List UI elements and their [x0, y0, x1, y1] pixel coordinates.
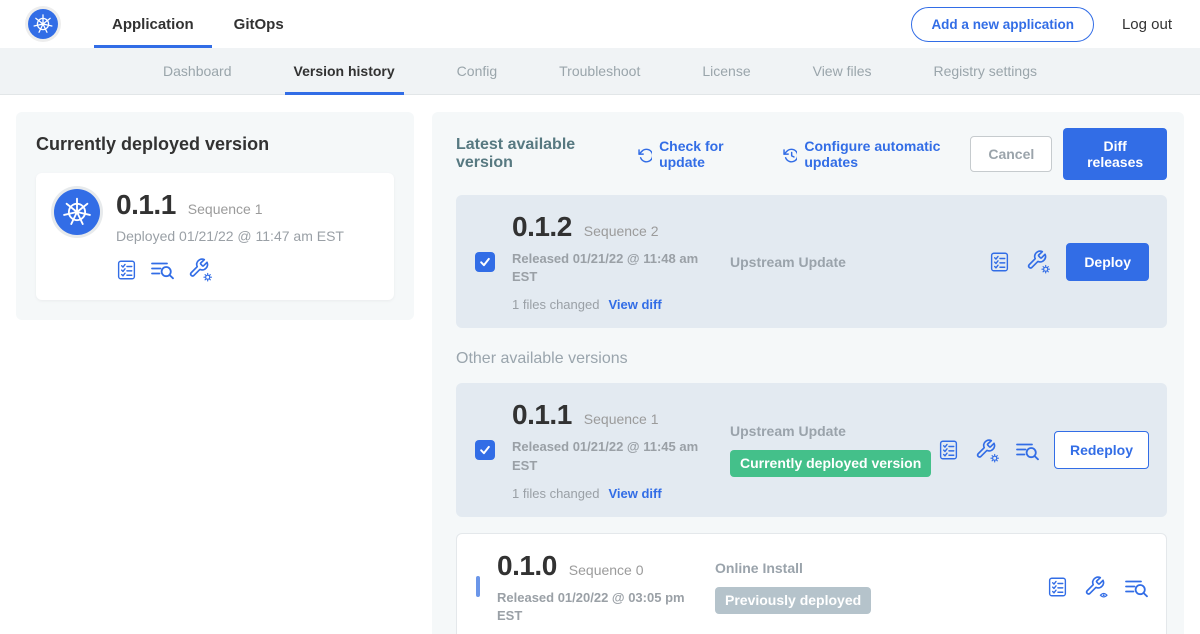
subnav-config[interactable]: Config	[426, 48, 528, 94]
tab-application[interactable]: Application	[92, 0, 214, 48]
version-checkbox[interactable]	[475, 252, 495, 272]
version-checkbox[interactable]	[476, 576, 480, 597]
main-content: Currently deployed version 0.1.1 Sequenc…	[0, 95, 1200, 634]
wrench-gear-icon[interactable]	[1025, 249, 1051, 274]
configure-automatic-updates-link[interactable]: Configure automatic updates	[783, 138, 971, 170]
currently-deployed-title: Currently deployed version	[36, 134, 394, 155]
deployed-version-card: 0.1.1 Sequence 1 Deployed 01/21/22 @ 11:…	[36, 173, 394, 300]
app-logo-icon	[54, 189, 100, 235]
subnav-dashboard[interactable]: Dashboard	[132, 48, 263, 94]
currently-deployed-badge: Currently deployed version	[730, 450, 931, 477]
wrench-gear-icon[interactable]	[187, 257, 213, 282]
version-source-label: Online Install	[715, 560, 1047, 576]
released-timestamp: Released 01/21/22 @ 11:48 am EST	[512, 250, 700, 286]
currently-deployed-panel: Currently deployed version 0.1.1 Sequenc…	[16, 112, 414, 320]
deployed-version-number: 0.1.1	[116, 189, 176, 221]
deployed-sequence-label: Sequence 1	[188, 201, 263, 217]
diff-releases-button[interactable]: Diff releases	[1063, 128, 1167, 180]
redeploy-button[interactable]: Redeploy	[1054, 431, 1149, 469]
subnav-version-history[interactable]: Version history	[263, 48, 426, 94]
subnav-registry-settings[interactable]: Registry settings	[903, 48, 1068, 94]
previously-deployed-badge: Previously deployed	[715, 587, 871, 614]
version-source-label: Upstream Update	[730, 423, 938, 439]
clock-refresh-icon	[783, 146, 798, 163]
version-number: 0.1.1	[512, 399, 572, 431]
subnav-license[interactable]: License	[671, 48, 781, 94]
view-diff-link[interactable]: View diff	[608, 297, 661, 312]
logs-search-icon[interactable]	[1124, 577, 1148, 598]
kubernetes-logo-icon	[28, 9, 58, 39]
top-nav-tabs: Application GitOps	[92, 0, 304, 48]
sequence-label: Sequence 1	[584, 411, 659, 427]
version-history-panel: Latest available version Check for updat…	[432, 112, 1184, 634]
subnav-view-files[interactable]: View files	[782, 48, 903, 94]
version-source-label: Upstream Update	[730, 254, 989, 270]
version-row-0-1-0: 0.1.0 Sequence 0 Released 01/20/22 @ 03:…	[456, 533, 1167, 634]
deployed-timestamp: Deployed 01/21/22 @ 11:47 am EST	[116, 228, 344, 244]
other-versions-label: Other available versions	[456, 350, 1167, 368]
sequence-label: Sequence 2	[584, 223, 659, 239]
deploy-button[interactable]: Deploy	[1066, 243, 1149, 281]
wrench-gear-icon[interactable]	[974, 438, 1000, 463]
check-for-update-link[interactable]: Check for update	[638, 138, 757, 170]
version-row-0-1-2: 0.1.2 Sequence 2 Released 01/21/22 @ 11:…	[456, 195, 1167, 328]
wrench-eye-icon[interactable]	[1083, 575, 1109, 600]
files-changed-label: 1 files changed	[512, 486, 599, 501]
latest-available-title: Latest available version	[456, 136, 612, 172]
checklist-icon[interactable]	[938, 439, 959, 461]
top-nav: Application GitOps Add a new application…	[0, 0, 1200, 48]
app-sub-nav: Dashboard Version history Config Trouble…	[0, 48, 1200, 95]
version-number: 0.1.0	[497, 550, 557, 582]
version-row-0-1-1: 0.1.1 Sequence 1 Released 01/21/22 @ 11:…	[456, 383, 1167, 516]
logs-search-icon[interactable]	[150, 259, 174, 280]
add-new-application-button[interactable]: Add a new application	[911, 7, 1094, 42]
released-timestamp: Released 01/20/22 @ 03:05 pm EST	[497, 589, 685, 625]
version-checkbox[interactable]	[475, 440, 495, 460]
cancel-button[interactable]: Cancel	[970, 136, 1052, 172]
files-changed-label: 1 files changed	[512, 297, 599, 312]
released-timestamp: Released 01/21/22 @ 11:45 am EST	[512, 438, 700, 474]
refresh-icon	[638, 146, 653, 163]
logout-link[interactable]: Log out	[1122, 16, 1172, 33]
logs-search-icon[interactable]	[1015, 440, 1039, 461]
subnav-troubleshoot[interactable]: Troubleshoot	[528, 48, 671, 94]
tab-gitops[interactable]: GitOps	[214, 0, 304, 48]
checklist-icon[interactable]	[116, 259, 137, 281]
view-diff-link[interactable]: View diff	[608, 486, 661, 501]
sequence-label: Sequence 0	[569, 562, 644, 578]
version-number: 0.1.2	[512, 211, 572, 243]
checklist-icon[interactable]	[1047, 576, 1068, 598]
checklist-icon[interactable]	[989, 251, 1010, 273]
